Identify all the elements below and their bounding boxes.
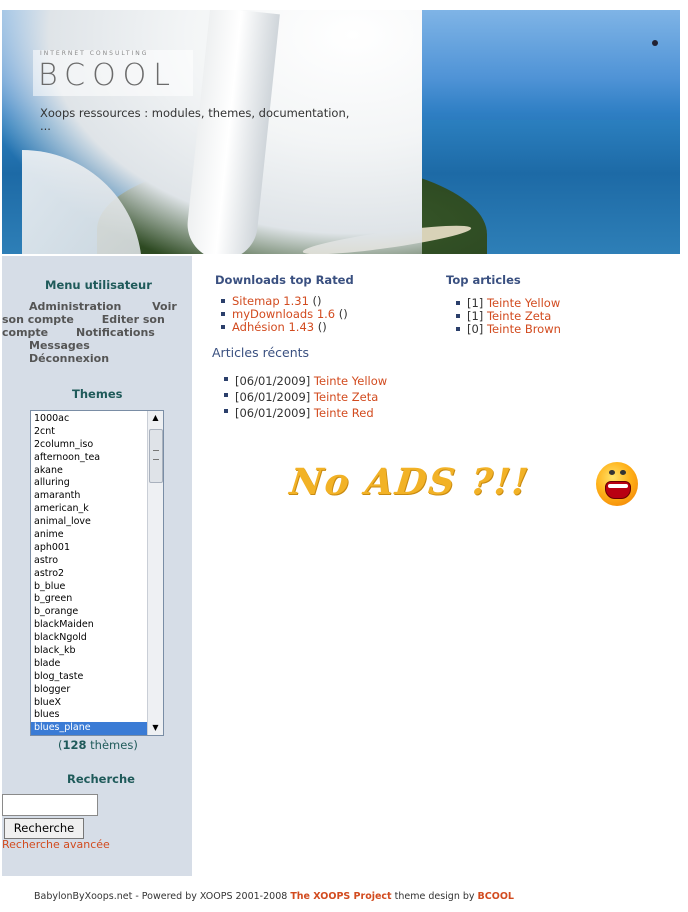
user-menu: Administration Voir son compte Editer so… — [2, 300, 187, 365]
top-articles-list: [1] Teinte Yellow [1] Teinte Zeta [0] Te… — [450, 297, 561, 335]
theme-option[interactable]: alluring — [31, 477, 147, 490]
menu-item-edit-account-1[interactable]: Editer son — [102, 313, 165, 326]
header-banner: INTERNET CONSULTING BCOOL Xoops ressourc… — [2, 10, 680, 254]
top-articles-title: Top articles — [446, 273, 521, 287]
advanced-search-link[interactable]: Recherche avancée — [2, 838, 110, 851]
article-link[interactable]: Teinte Red — [314, 406, 374, 420]
grip-icon — [153, 450, 159, 460]
theme-option[interactable]: black_kb — [31, 645, 147, 658]
recent-articles-title: Articles récents — [212, 345, 310, 360]
smiley-mouth — [605, 481, 631, 499]
list-item: [06/01/2009] Teinte Yellow — [218, 373, 387, 389]
menu-item-messages[interactable]: Messages — [29, 339, 90, 352]
bcool-link[interactable]: BCOOL — [478, 891, 514, 902]
xoops-project-link[interactable]: The XOOPS Project — [290, 891, 391, 902]
themes-title: Themes — [72, 387, 123, 401]
theme-option[interactable]: 2column_iso — [31, 439, 147, 452]
list-item: [06/01/2009] Teinte Zeta — [218, 389, 387, 405]
theme-option[interactable]: astro — [31, 555, 147, 568]
screaming-smiley-icon — [596, 462, 638, 506]
theme-option[interactable]: blackMaiden — [31, 619, 147, 632]
theme-option[interactable]: afternoon_tea — [31, 452, 147, 465]
theme-option[interactable]: blackNgold — [31, 632, 147, 645]
theme-count: (128 thèmes) — [58, 738, 138, 752]
theme-option[interactable]: american_k — [31, 503, 147, 516]
menu-item-notifications[interactable]: Notifications — [76, 326, 155, 339]
scrollbar-thumb[interactable] — [149, 429, 163, 483]
theme-options: 1000ac 2cnt 2column_iso afternoon_tea akane a… — [31, 413, 147, 735]
user-menu-title: Menu utilisateur — [45, 278, 152, 292]
menu-item-administration[interactable]: Administration — [29, 300, 121, 313]
distant-plane — [652, 40, 658, 46]
menu-item-view-account-2[interactable]: son compte — [2, 313, 74, 326]
theme-option[interactable]: blueX — [31, 697, 147, 710]
theme-option[interactable]: blogger — [31, 684, 147, 697]
search-title: Recherche — [67, 772, 135, 786]
theme-option[interactable]: blues — [31, 709, 147, 722]
menu-item-view-account-1[interactable]: Voir — [152, 300, 177, 313]
site-tagline: Xoops ressources : modules, themes, docu… — [40, 106, 350, 133]
downloads-title: Downloads top Rated — [215, 273, 354, 287]
theme-count-number: 128 — [62, 738, 87, 752]
logo-subtitle: INTERNET CONSULTING — [40, 50, 149, 57]
list-item: Adhésion 1.43 () — [215, 320, 348, 334]
search-input[interactable] — [2, 794, 98, 816]
theme-option[interactable]: akane — [31, 465, 147, 478]
theme-option[interactable]: animal_love — [31, 516, 147, 529]
smiley-eye — [620, 470, 626, 475]
article-link[interactable]: Teinte Zeta — [314, 390, 378, 404]
theme-option[interactable]: b_orange — [31, 606, 147, 619]
theme-option[interactable]: blog_taste — [31, 671, 147, 684]
footer: BabylonByXoops.net - Powered by XOOPS 20… — [34, 891, 514, 902]
theme-option[interactable]: aph001 — [31, 542, 147, 555]
theme-option[interactable]: astro2 — [31, 568, 147, 581]
list-item: [0] Teinte Brown — [450, 322, 561, 336]
theme-select-list[interactable]: 1000ac 2cnt 2column_iso afternoon_tea akane a… — [30, 410, 164, 736]
smiley-teeth — [608, 484, 628, 488]
theme-option[interactable]: b_green — [31, 593, 147, 606]
theme-option[interactable]: blues_plane — [31, 722, 147, 735]
scroll-up-arrow-icon[interactable]: ▲ — [148, 411, 163, 425]
scroll-down-arrow-icon[interactable]: ▼ — [148, 721, 163, 735]
theme-option[interactable]: blade — [31, 658, 147, 671]
theme-option[interactable]: 2cnt — [31, 426, 147, 439]
sidebar: Menu utilisateur Administration Voir son… — [2, 256, 192, 876]
menu-item-edit-account-2[interactable]: compte — [2, 326, 48, 339]
smiley-eye — [609, 470, 615, 475]
recent-articles-list: [06/01/2009] Teinte Yellow [06/01/2009] … — [218, 373, 387, 421]
article-link[interactable]: Teinte Yellow — [314, 374, 387, 388]
theme-option[interactable]: anime — [31, 529, 147, 542]
theme-option[interactable]: amaranth — [31, 490, 147, 503]
download-link[interactable]: Adhésion 1.43 — [232, 320, 314, 334]
no-ads-banner: No ADS ?!! — [287, 461, 533, 503]
search-button[interactable]: Recherche — [4, 818, 84, 839]
theme-list-scrollbar[interactable]: ▲ ▼ — [147, 411, 163, 735]
site-logo[interactable]: BCOOL — [38, 58, 177, 93]
menu-item-logout[interactable]: Déconnexion — [29, 352, 109, 365]
article-link[interactable]: Teinte Brown — [487, 322, 561, 336]
list-item: [06/01/2009] Teinte Red — [218, 405, 387, 421]
theme-option[interactable]: b_blue — [31, 581, 147, 594]
theme-option[interactable]: 1000ac — [31, 413, 147, 426]
downloads-list: Sitemap 1.31 () myDownloads 1.6 () Adhés… — [215, 295, 348, 333]
